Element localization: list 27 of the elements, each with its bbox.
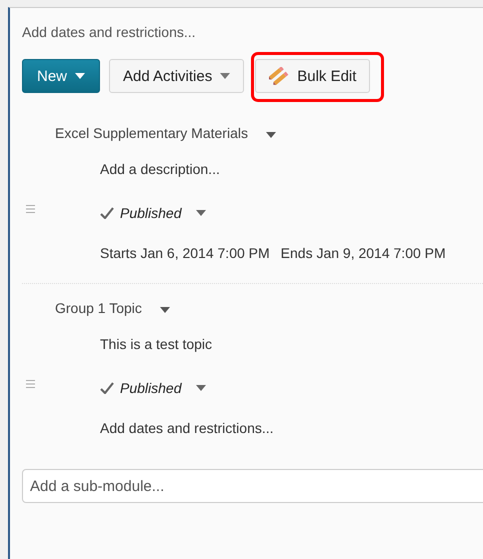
topic-title[interactable]: Excel Supplementary Materials <box>55 125 248 141</box>
status-menu-button[interactable] <box>196 385 206 391</box>
topic-menu-button[interactable] <box>266 132 276 138</box>
topic-menu-button[interactable] <box>160 306 170 312</box>
status-menu-button[interactable] <box>196 210 206 216</box>
topic-description[interactable]: This is a test topic <box>100 336 212 352</box>
dates-link[interactable]: Add dates and restrictions... <box>22 24 483 40</box>
status-label: Published <box>120 380 182 396</box>
topic-description[interactable]: Add a description... <box>100 161 220 177</box>
caret-icon <box>266 132 276 138</box>
end-date: Ends Jan 9, 2014 7:00 PM <box>280 245 446 261</box>
caret-icon <box>75 73 86 79</box>
status-label: Published <box>120 205 182 221</box>
caret-icon <box>160 306 170 312</box>
toolbar-button[interactable]: New <box>22 59 100 93</box>
sub-module-field[interactable]: Add a sub-module... <box>22 469 483 503</box>
drag-handle-icon[interactable] <box>26 380 35 388</box>
pencils-icon <box>269 67 290 85</box>
caret-icon <box>220 73 230 79</box>
toolbar-button[interactable]: Add Activities <box>109 59 244 93</box>
caret-icon <box>196 385 206 391</box>
topic-title[interactable]: Group 1 Topic <box>55 300 142 316</box>
dates-link[interactable]: Add dates and restrictions... <box>100 420 274 436</box>
start-date: Starts Jan 6, 2014 7:00 PM <box>100 245 270 261</box>
toolbar-button[interactable]: Bulk Edit <box>255 59 370 93</box>
caret-icon <box>196 210 206 216</box>
drag-handle-icon[interactable] <box>26 205 35 213</box>
